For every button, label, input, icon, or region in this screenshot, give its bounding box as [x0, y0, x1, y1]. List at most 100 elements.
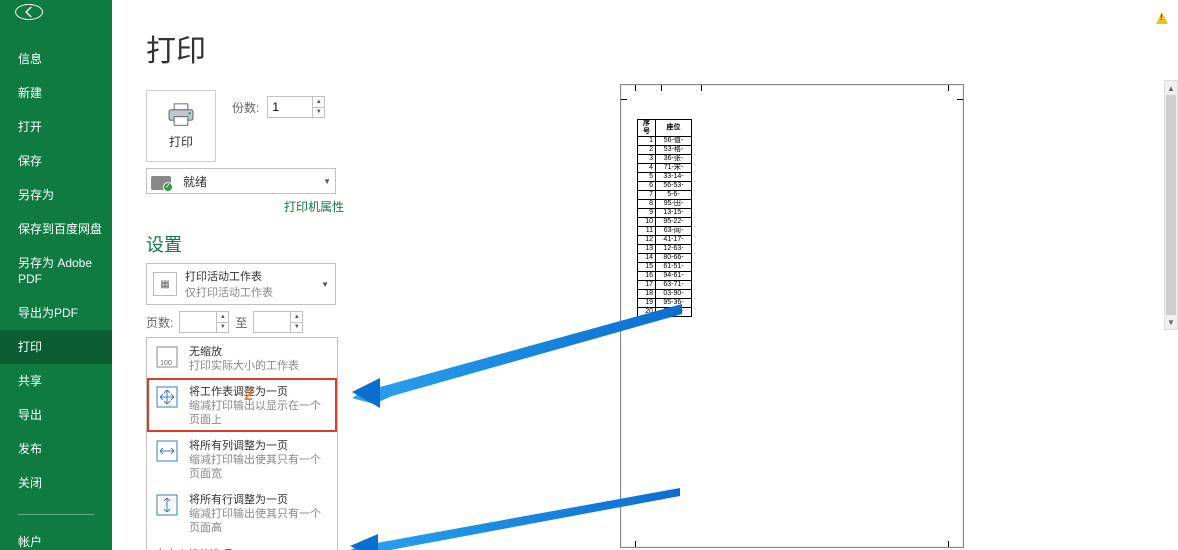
table-row: 656-53-: [638, 182, 692, 191]
copies-input[interactable]: [268, 97, 312, 117]
sidebar-item-info[interactable]: 信息: [0, 42, 112, 76]
printer-icon: [167, 103, 195, 127]
table-cell: 71-宋-: [656, 164, 692, 173]
scaling-option-no-scaling[interactable]: 100 无缩放 打印实际大小的工作表: [147, 338, 337, 378]
page-to-down[interactable]: ▼: [291, 323, 302, 333]
scroll-thumb[interactable]: [1166, 95, 1176, 315]
pages-to-label: 至: [235, 314, 247, 331]
sidebar-item-new[interactable]: 新建: [0, 76, 112, 110]
preview-scrollbar[interactable]: ▲ ▼: [1164, 80, 1178, 330]
annotation-marker-2: 2: [244, 387, 253, 405]
copies-down[interactable]: ▼: [313, 108, 324, 118]
printer-dropdown[interactable]: 就绪 ▼: [146, 168, 336, 194]
table-cell: 14: [638, 254, 656, 263]
table-cell: 03-90-: [656, 290, 692, 299]
page-from-down[interactable]: ▼: [217, 323, 228, 333]
table-cell: 17: [638, 281, 656, 290]
page-to-up[interactable]: ▲: [291, 312, 302, 323]
table-cell: 3: [638, 155, 656, 164]
table-cell: 12: [638, 236, 656, 245]
table-row: 895-田-: [638, 200, 692, 209]
print-button[interactable]: 打印: [146, 90, 216, 162]
printer-status-label: 就绪: [183, 173, 207, 190]
svg-text:100: 100: [160, 360, 172, 367]
table-cell: 20: [638, 308, 656, 317]
table-cell: 9: [638, 209, 656, 218]
table-row: 533-14-: [638, 173, 692, 182]
scroll-down-icon[interactable]: ▼: [1165, 315, 1177, 329]
sidebar-item-close[interactable]: 关闭: [0, 466, 112, 500]
table-cell: 5-6-: [656, 191, 692, 200]
chevron-down-icon: ▼: [321, 280, 329, 289]
page-from-spinbox[interactable]: ▲▼: [179, 311, 229, 333]
table-row: 1163-阎-: [638, 227, 692, 236]
scaling-dropdown-list: 100 无缩放 打印实际大小的工作表 将工作表调整为一页 缩减打印输出以显示在一…: [146, 337, 338, 550]
scaling-custom-option[interactable]: 自定义缩放选项...: [147, 540, 337, 550]
page-to-input[interactable]: [254, 312, 290, 332]
table-cell: 80-66-: [656, 254, 692, 263]
table-cell: 20-23-: [656, 308, 692, 317]
table-cell: 56-值-: [656, 137, 692, 146]
no-scaling-icon: 100: [153, 343, 181, 371]
sidebar-item-save[interactable]: 保存: [0, 144, 112, 178]
preview-table: 序号座位 156-值-253-格-336-张-471-宋-533-14-656-…: [637, 119, 692, 317]
fit-sheet-icon: [153, 383, 181, 411]
fit-columns-icon: [153, 437, 181, 465]
page-from-up[interactable]: ▲: [217, 312, 228, 323]
scaling-option-fit-sheet[interactable]: 将工作表调整为一页 缩减打印输出以显示在一个页面上: [147, 378, 337, 432]
page-from-input[interactable]: [180, 312, 216, 332]
printer-properties-link[interactable]: 打印机属性: [146, 198, 400, 215]
sidebar-item-baidu[interactable]: 保存到百度网盘: [0, 212, 112, 246]
table-cell: 18: [638, 290, 656, 299]
table-row: 1561-51-: [638, 263, 692, 272]
copies-up[interactable]: ▲: [313, 97, 324, 108]
back-button[interactable]: [15, 4, 43, 20]
scaling-option-sub: 缩减打印输出使其只有一个页面高: [189, 507, 331, 535]
page-to-spinbox[interactable]: ▲▼: [253, 311, 303, 333]
worksheet-icon: ▦: [153, 272, 177, 296]
scaling-option-title: 将工作表调整为一页: [189, 383, 331, 399]
table-cell: 41-17-: [656, 236, 692, 245]
arrow-left-icon: [22, 5, 36, 19]
sidebar-item-print[interactable]: 打印: [0, 330, 112, 364]
table-row: 471-宋-: [638, 164, 692, 173]
sidebar-item-saveas[interactable]: 另存为: [0, 178, 112, 212]
table-row: 1480-66-: [638, 254, 692, 263]
table-cell: 8: [638, 200, 656, 209]
table-cell: 13-15-: [656, 209, 692, 218]
sidebar-item-adobe-pdf[interactable]: 另存为 Adobe PDF: [0, 246, 112, 296]
table-row: 1763-71-: [638, 281, 692, 290]
table-row: 336-张-: [638, 155, 692, 164]
print-what-dropdown[interactable]: ▦ 打印活动工作表 仅打印活动工作表 ▼: [146, 263, 336, 305]
table-cell: 15: [638, 263, 656, 272]
table-cell: 33-14-: [656, 173, 692, 182]
print-what-sub: 仅打印活动工作表: [185, 284, 313, 300]
fit-rows-icon: [153, 491, 181, 519]
table-cell: 36-张-: [656, 155, 692, 164]
sidebar-item-share[interactable]: 共享: [0, 364, 112, 398]
table-cell: 94-61-: [656, 272, 692, 281]
print-preview-area: 序号座位 156-值-253-格-336-张-471-宋-533-14-656-…: [400, 0, 1178, 550]
print-what-title: 打印活动工作表: [185, 268, 313, 284]
table-row: 1095-22-: [638, 218, 692, 227]
table-row: 75-6-: [638, 191, 692, 200]
table-cell: 2: [638, 146, 656, 155]
table-cell: 53-格-: [656, 146, 692, 155]
settings-header: 设置: [146, 231, 400, 257]
sidebar-item-publish[interactable]: 发布: [0, 432, 112, 466]
sidebar-item-account[interactable]: 帐户: [0, 525, 112, 550]
sidebar-item-export[interactable]: 导出: [0, 398, 112, 432]
copies-spinbox[interactable]: ▲ ▼: [267, 96, 325, 118]
table-cell: 1: [638, 137, 656, 146]
scroll-up-icon[interactable]: ▲: [1165, 81, 1177, 95]
sidebar-separator: [18, 514, 94, 515]
scaling-option-fit-rows[interactable]: 将所有行调整为一页 缩减打印输出使其只有一个页面高: [147, 486, 337, 540]
sidebar-item-open[interactable]: 打开: [0, 110, 112, 144]
table-row: 1241-17-: [638, 236, 692, 245]
scaling-option-sub: 缩减打印输出以显示在一个页面上: [189, 399, 331, 427]
th-1: 座位: [656, 120, 692, 137]
table-row: 1803-90-: [638, 290, 692, 299]
sidebar-item-export-pdf[interactable]: 导出为PDF: [0, 296, 112, 330]
scaling-option-fit-columns[interactable]: 将所有列调整为一页 缩减打印输出使其只有一个页面宽: [147, 432, 337, 486]
th-0: 序号: [638, 120, 656, 137]
